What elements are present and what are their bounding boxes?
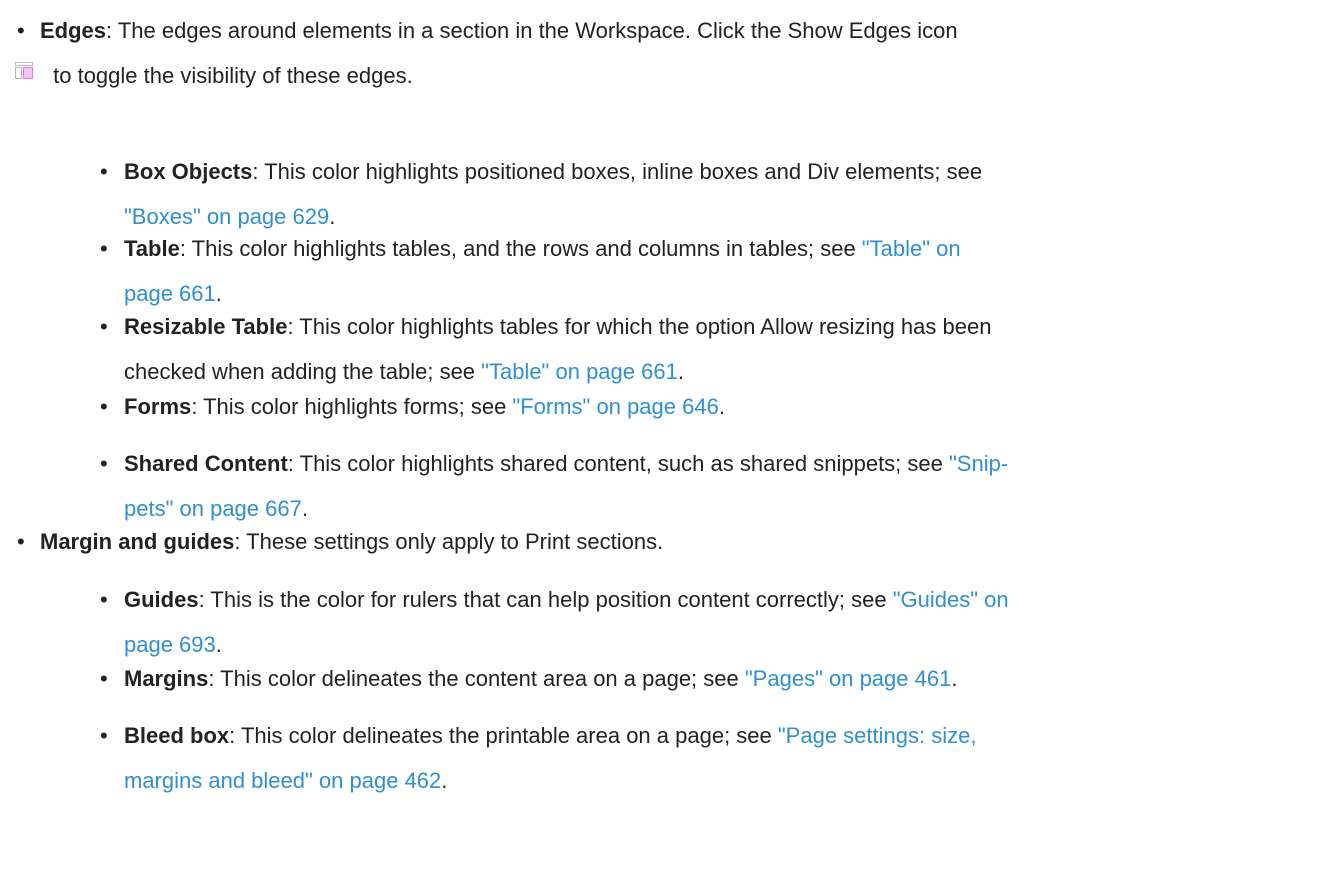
list-item-margin-and-guides: • Margin and guides: These settings only… bbox=[17, 519, 1320, 564]
link-table-a[interactable]: "Table" on bbox=[862, 236, 961, 261]
bullet: • bbox=[100, 394, 108, 419]
term-guides: Guides bbox=[124, 587, 199, 612]
bullet: • bbox=[17, 18, 25, 43]
link-pages[interactable]: "Pages" on page 461 bbox=[745, 666, 951, 691]
description: : This color highlights positioned boxes… bbox=[252, 159, 983, 184]
description: : This is the color for rulers that can … bbox=[198, 587, 893, 612]
bullet: • bbox=[100, 314, 108, 339]
list-item-margins: • Margins: This color delineates the con… bbox=[100, 656, 1314, 701]
period: . bbox=[677, 359, 684, 384]
term-margin-and-guides: Margin and guides bbox=[40, 529, 235, 554]
term-edges: Edges bbox=[40, 18, 107, 43]
description: : This color highlights shared content, … bbox=[287, 451, 949, 476]
link-snippets-a[interactable]: "Snip- bbox=[949, 451, 1008, 476]
description: : This color highlights forms; see bbox=[191, 394, 513, 419]
link-guides-a[interactable]: "Guides" on bbox=[893, 587, 1009, 612]
description: : This color delineates the printable ar… bbox=[229, 723, 778, 748]
list-item-shared-content: • Shared Content: This color highlights … bbox=[100, 441, 1314, 531]
term-table: Table bbox=[124, 236, 180, 261]
term-margins: Margins bbox=[124, 666, 209, 691]
period: . bbox=[215, 281, 222, 306]
period: . bbox=[718, 394, 725, 419]
period: . bbox=[951, 666, 958, 691]
description: : This color highlights tables for which… bbox=[287, 314, 992, 339]
description: : The edges around elements in a section… bbox=[106, 18, 958, 43]
term-forms: Forms bbox=[124, 394, 192, 419]
term-bleed-box: Bleed box bbox=[124, 723, 230, 748]
link-snippets-b[interactable]: pets" on page 667 bbox=[124, 496, 302, 521]
link-page-settings-b[interactable]: margins and bleed" on page 462 bbox=[124, 768, 441, 793]
bullet: • bbox=[100, 236, 108, 261]
term-resizable-table: Resizable Table bbox=[124, 314, 288, 339]
bullet: • bbox=[100, 451, 108, 476]
link-forms[interactable]: "Forms" on page 646 bbox=[512, 394, 718, 419]
list-item-bleed-box: • Bleed box: This color delineates the p… bbox=[100, 713, 1314, 803]
description-continued: checked when adding the table; see bbox=[124, 359, 482, 384]
term-shared-content: Shared Content bbox=[124, 451, 288, 476]
bullet: • bbox=[17, 529, 25, 554]
description: : This color highlights tables, and the … bbox=[179, 236, 862, 261]
list-item-forms: • Forms: This color highlights forms; se… bbox=[100, 384, 1314, 429]
list-item-table: • Table: This color highlights tables, a… bbox=[100, 226, 1314, 316]
description: : These settings only apply to Print sec… bbox=[234, 529, 664, 554]
term-box-objects: Box Objects bbox=[124, 159, 253, 184]
link-guides-b[interactable]: page 693 bbox=[124, 632, 216, 657]
link-table[interactable]: "Table" on page 661 bbox=[481, 359, 678, 384]
bullet: • bbox=[100, 723, 108, 748]
bullet: • bbox=[100, 159, 108, 184]
list-item-edges: • Edges: The edges around elements in a … bbox=[15, 8, 1320, 98]
bullet: • bbox=[100, 666, 108, 691]
list-item-guides: • Guides: This is the color for rulers t… bbox=[100, 577, 1314, 667]
link-page-settings-a[interactable]: "Page settings: size, bbox=[778, 723, 977, 748]
show-edges-icon[interactable] bbox=[15, 62, 33, 79]
bullet: • bbox=[100, 587, 108, 612]
description: : This color delineates the content area… bbox=[208, 666, 745, 691]
list-item-resizable-table: • Resizable Table: This color highlights… bbox=[100, 304, 1314, 394]
period: . bbox=[301, 496, 308, 521]
description-continued: to toggle the visibility of these edges. bbox=[53, 63, 413, 88]
period: . bbox=[441, 768, 448, 793]
period: . bbox=[215, 632, 222, 657]
link-table-b[interactable]: page 661 bbox=[124, 281, 216, 306]
